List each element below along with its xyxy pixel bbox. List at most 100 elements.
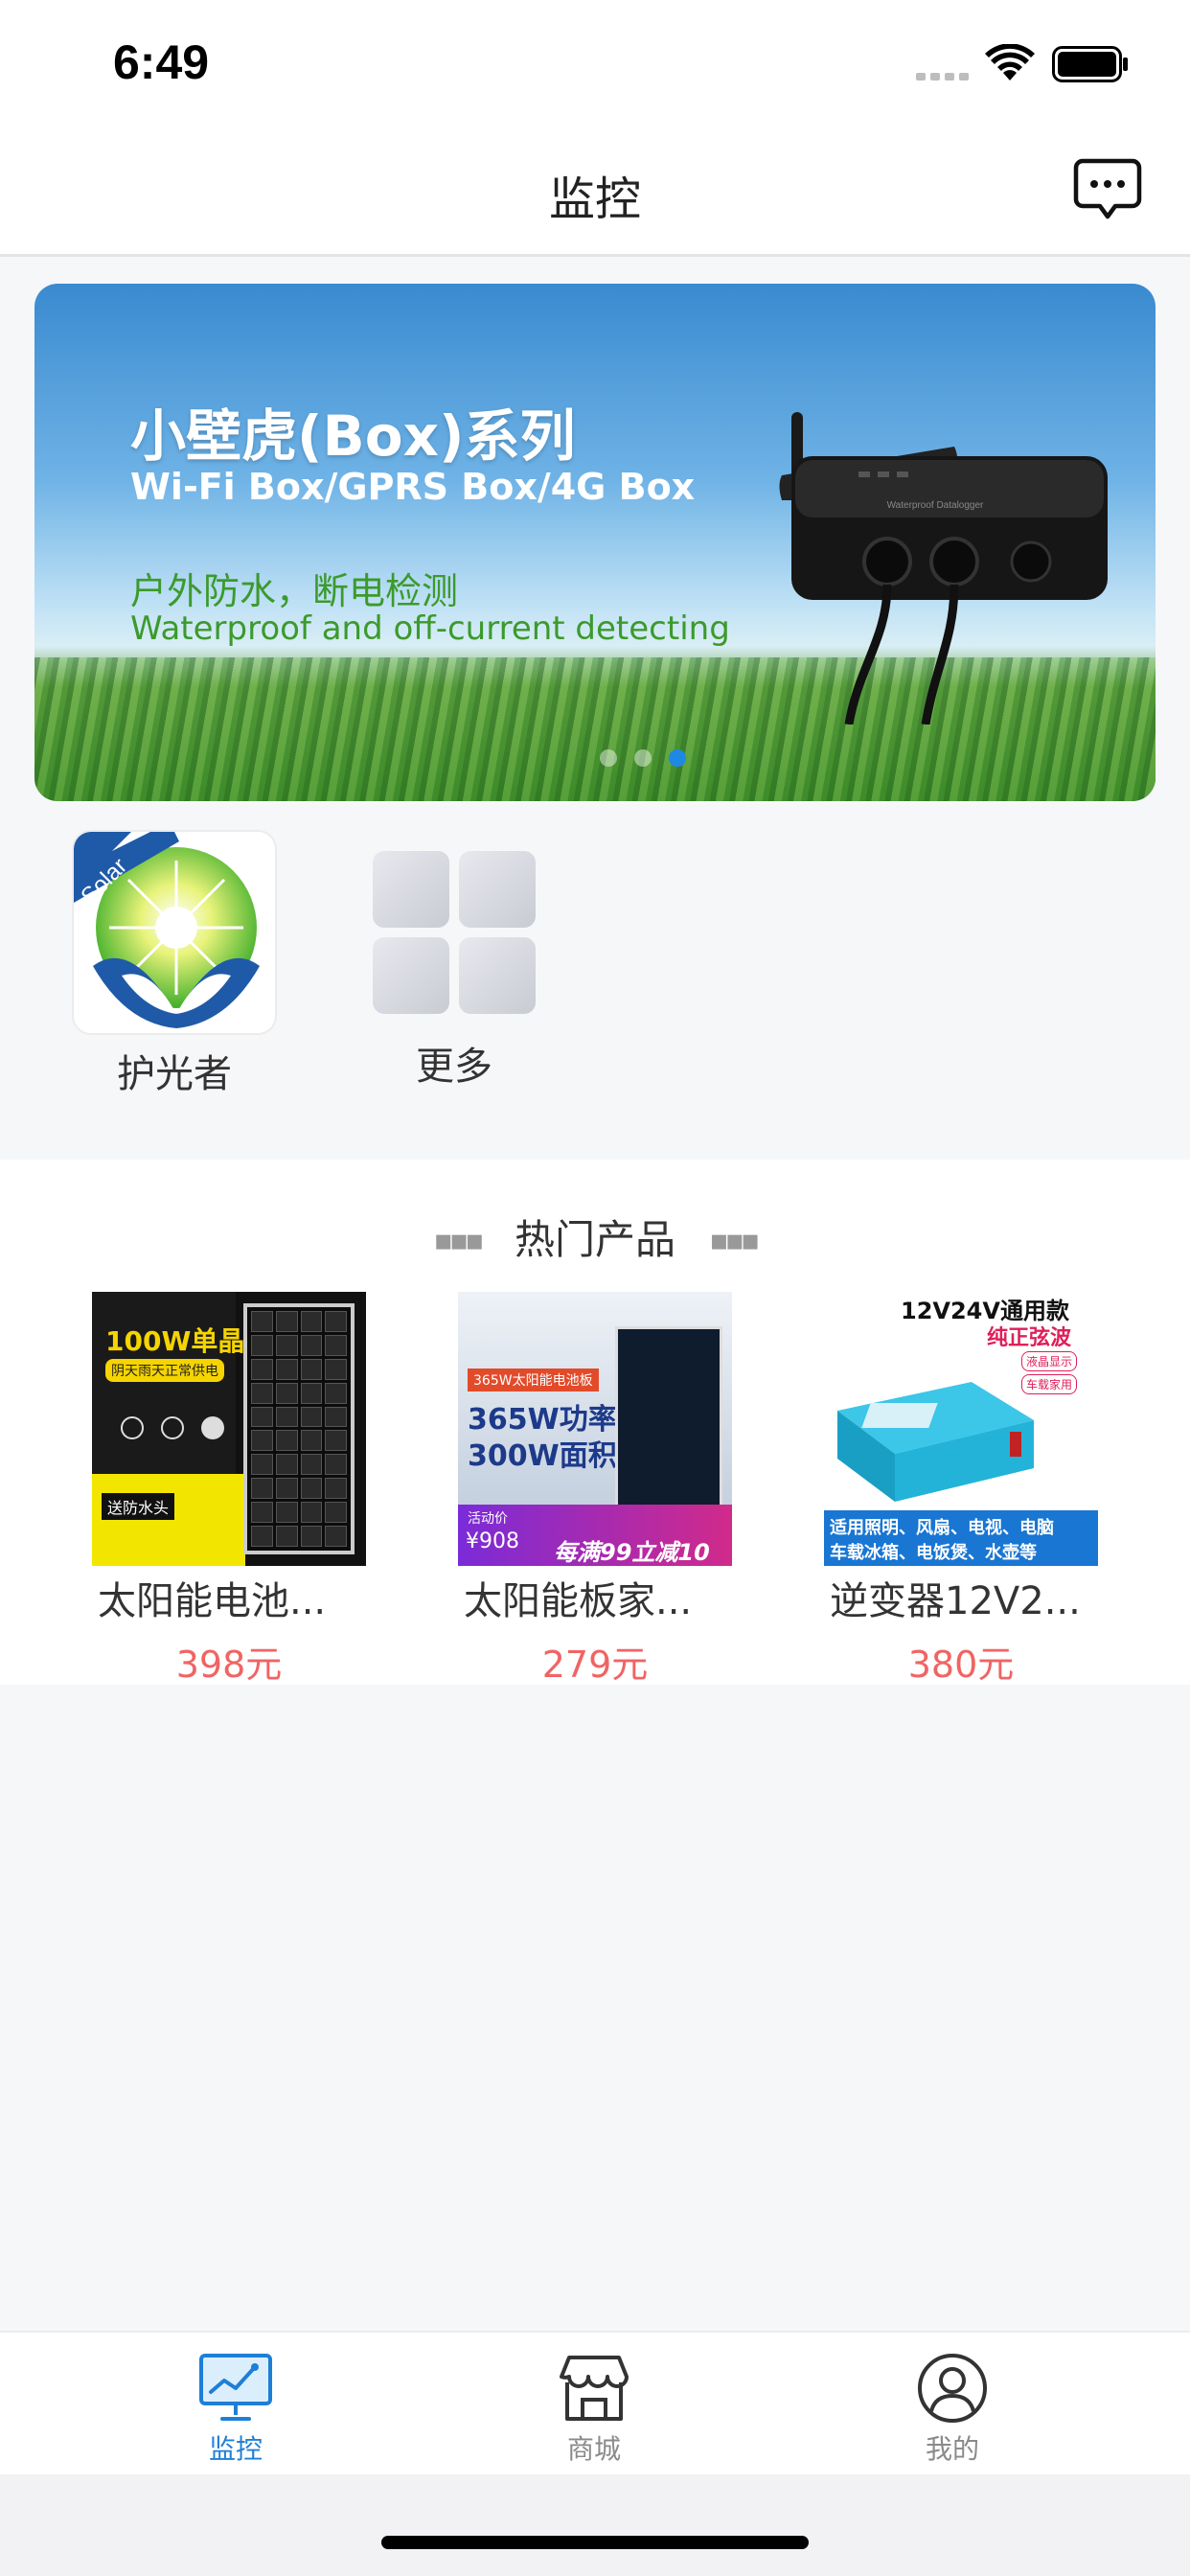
status-bar: 6:49	[0, 0, 1190, 128]
solar-app-icon[interactable]: Solar	[72, 830, 277, 1035]
solar-cell	[325, 1311, 347, 1332]
app-tile-huguangzhe[interactable]: Solar 护光者	[69, 830, 280, 1098]
product-image-text: 365W太阳能电池板	[468, 1368, 599, 1392]
solar-cell	[251, 1382, 273, 1404]
message-icon[interactable]	[1073, 157, 1142, 224]
tab-shop[interactable]: 商城	[498, 2352, 690, 2467]
product-card[interactable]: 12V24V通用款 纯正弦波 液晶显示 车载家用 适用照明、风扇、电视、电脑 车…	[822, 1292, 1100, 1688]
solar-cell	[300, 1454, 323, 1476]
product-price: 398元	[175, 1644, 283, 1686]
solar-cell	[251, 1454, 273, 1476]
feature-icon	[201, 1416, 224, 1439]
hot-products-section: ▪▪▪ 热门产品 ▪▪▪ 100W单晶 阴天雨天正常供电 送防水头 太阳能电池.…	[0, 1160, 1190, 1688]
carousel-dot[interactable]	[634, 749, 652, 767]
tab-label: 我的	[925, 2433, 979, 2465]
wifi-icon	[985, 44, 1035, 80]
solar-cell	[300, 1382, 323, 1404]
solar-cell	[251, 1406, 273, 1428]
solar-cell	[275, 1382, 298, 1404]
solar-cell	[325, 1454, 347, 1476]
solar-cell	[275, 1502, 298, 1524]
solar-cell	[275, 1478, 298, 1500]
device-label: Waterproof Datalogger	[887, 500, 984, 511]
solar-cell	[251, 1526, 273, 1547]
product-image-text: 阴天雨天正常供电	[105, 1359, 224, 1382]
title-deco-icon: ▪▪▪	[433, 1224, 485, 1257]
app-label: 护光者	[117, 1052, 232, 1096]
product-image-text: 纯正弦波	[987, 1326, 1072, 1350]
more-cell	[373, 937, 449, 1014]
product-image[interactable]: 365W太阳能电池板 365W功率 300W面积 活动价 ¥908 每满99立减…	[458, 1292, 732, 1566]
carousel-dot-active[interactable]	[669, 749, 686, 767]
page-title: 监控	[548, 172, 641, 226]
home-indicator[interactable]	[381, 2536, 809, 2549]
solar-cell	[300, 1526, 323, 1547]
inverter-image	[837, 1382, 1034, 1502]
tab-label: 商城	[566, 2433, 621, 2465]
more-cell	[459, 937, 536, 1014]
app-grid: Solar 护光者 更多	[0, 830, 1190, 1140]
product-image[interactable]: 100W单晶 阴天雨天正常供电 送防水头	[92, 1292, 366, 1566]
status-time: 6:49	[113, 35, 210, 89]
product-name: 太阳能电池...	[98, 1579, 327, 1623]
section-title: ▪▪▪ 热门产品 ▪▪▪	[0, 1208, 1190, 1266]
product-card[interactable]: 365W太阳能电池板 365W功率 300W面积 活动价 ¥908 每满99立减…	[456, 1292, 734, 1688]
banner-subtitle: Wi-Fi Box/GPRS Box/4G Box	[130, 466, 696, 508]
banner-tagline-cn: 户外防水，断电检测	[130, 570, 459, 612]
monitor-chart-icon	[199, 2354, 272, 2421]
solar-cell	[300, 1311, 323, 1332]
solar-cell	[251, 1311, 273, 1332]
more-cell	[459, 851, 536, 928]
feature-icon	[161, 1416, 184, 1439]
product-image-text: ¥908	[466, 1530, 519, 1553]
solar-cell	[275, 1526, 298, 1547]
app-tile-more[interactable]: 更多	[349, 830, 560, 1091]
solar-cell	[300, 1406, 323, 1428]
solar-cell	[325, 1358, 347, 1380]
tab-profile[interactable]: 我的	[857, 2352, 1048, 2467]
home-indicator-area	[0, 2474, 1190, 2576]
product-image-text: 300W面积	[468, 1439, 617, 1473]
app-label: 更多	[416, 1045, 492, 1089]
signal-icon	[916, 73, 969, 80]
product-name: 太阳能板家...	[464, 1579, 693, 1623]
product-price: 380元	[907, 1644, 1015, 1686]
product-image-text: 送防水头	[102, 1493, 175, 1520]
solar-cell	[300, 1478, 323, 1500]
product-name: 逆变器12V2...	[830, 1579, 1081, 1623]
product-card[interactable]: 100W单晶 阴天雨天正常供电 送防水头 太阳能电池... 398元	[90, 1292, 368, 1688]
solar-panel-image	[243, 1303, 355, 1554]
solar-cell	[275, 1358, 298, 1380]
battery-icon	[1052, 46, 1128, 82]
carousel-dots	[600, 749, 686, 767]
feature-icon	[121, 1416, 144, 1439]
solar-cell	[300, 1334, 323, 1356]
banner-carousel[interactable]: 小壁虎(Box)系列 Wi-Fi Box/GPRS Box/4G Box 户外防…	[34, 284, 1156, 801]
solar-cell	[251, 1478, 273, 1500]
solar-cell	[275, 1334, 298, 1356]
product-price: 279元	[541, 1644, 649, 1686]
datalogger-device-image: Waterproof Datalogger	[779, 412, 1108, 724]
title-deco-icon: ▪▪▪	[709, 1224, 760, 1257]
solar-cell	[325, 1478, 347, 1500]
solar-cell	[325, 1382, 347, 1404]
solar-cell	[300, 1358, 323, 1380]
solar-cell	[300, 1430, 323, 1452]
solar-cell	[275, 1406, 298, 1428]
hot-products-title: 热门产品	[514, 1216, 675, 1263]
carousel-dot[interactable]	[600, 749, 617, 767]
solar-cell	[251, 1334, 273, 1356]
tab-monitor[interactable]: 监控	[140, 2352, 332, 2467]
banner-title: 小壁虎(Box)系列	[130, 403, 576, 469]
nav-bar: 监控	[0, 128, 1190, 257]
more-grid-icon[interactable]	[373, 851, 536, 1014]
product-image-text: 100W单晶	[105, 1325, 245, 1357]
solar-cell	[325, 1502, 347, 1524]
product-image[interactable]: 12V24V通用款 纯正弦波 液晶显示 车载家用 适用照明、风扇、电视、电脑 车…	[824, 1292, 1098, 1566]
solar-cell	[325, 1334, 347, 1356]
tab-bar: 监控 商城 我的	[0, 2331, 1190, 2474]
solar-cell	[275, 1454, 298, 1476]
solar-cell	[251, 1502, 273, 1524]
user-icon	[918, 2354, 987, 2423]
solar-panel-image	[615, 1326, 722, 1514]
